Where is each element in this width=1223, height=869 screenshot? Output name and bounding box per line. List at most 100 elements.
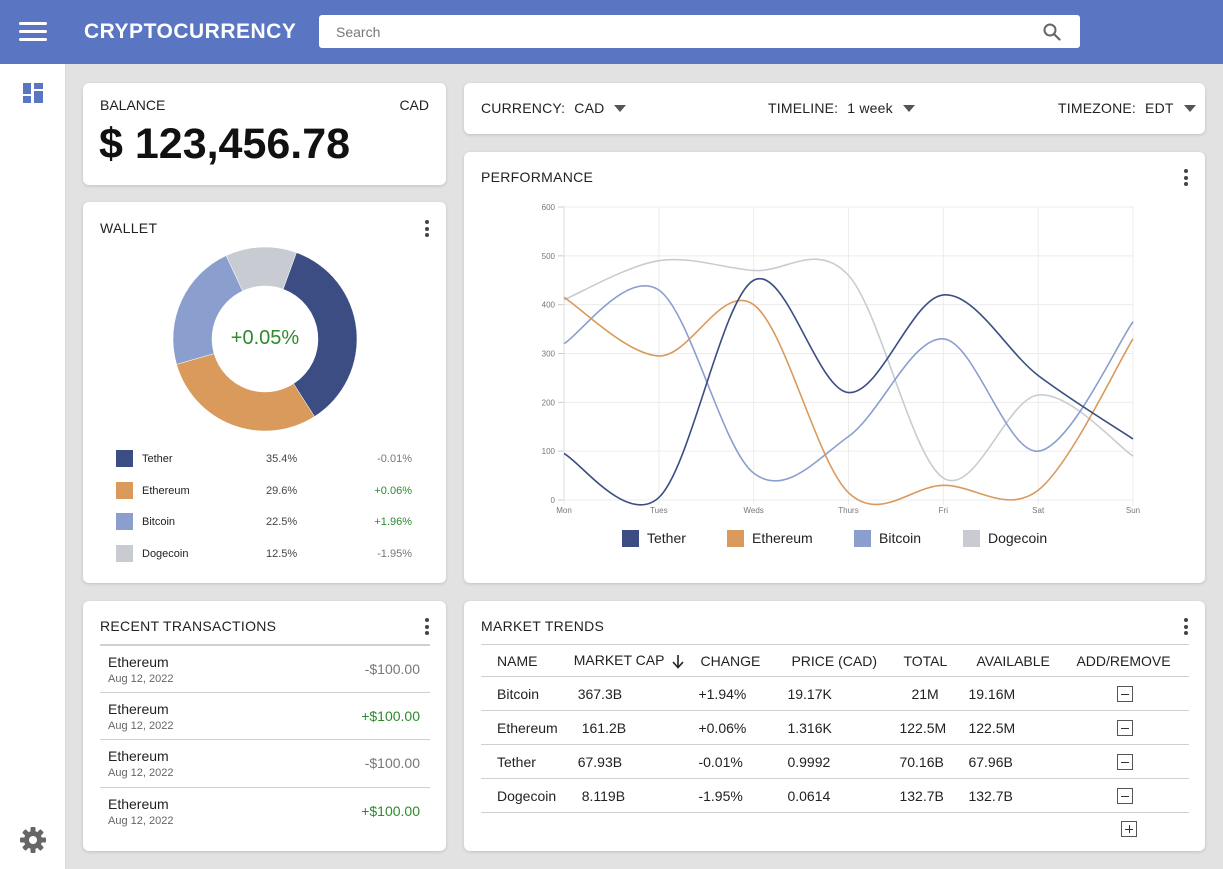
cell-price: 19.17K bbox=[775, 676, 888, 711]
coin-change: -1.95% bbox=[377, 547, 412, 560]
wallet-more-icon[interactable] bbox=[422, 220, 432, 240]
wallet-title: WALLET bbox=[100, 220, 158, 236]
legend-label: Ethereum bbox=[752, 530, 813, 546]
market-more-icon[interactable] bbox=[1181, 618, 1191, 638]
cell-available: 67.96B bbox=[960, 744, 1061, 779]
wallet-legend-row: Dogecoin 12.5% -1.95% bbox=[116, 544, 416, 577]
col-header-total[interactable]: TOTAL bbox=[887, 644, 961, 677]
dashboard-icon[interactable] bbox=[23, 83, 43, 103]
cell-change: -1.95% bbox=[684, 778, 776, 813]
cell-change: +1.94% bbox=[684, 676, 776, 711]
search-input[interactable] bbox=[319, 15, 1019, 48]
table-row: Ethereum 161.2B +0.06% 1.316K 122.5M 122… bbox=[481, 710, 1189, 745]
x-tick-label: Sat bbox=[1032, 506, 1045, 515]
performance-more-icon[interactable] bbox=[1181, 169, 1191, 189]
timeline-value: 1 week bbox=[847, 100, 893, 116]
coin-name: Ethereum bbox=[142, 484, 190, 497]
performance-title: PERFORMANCE bbox=[481, 169, 594, 185]
cell-add-remove bbox=[1060, 676, 1189, 711]
y-tick-label: 0 bbox=[551, 496, 556, 505]
cell-change: +0.06% bbox=[684, 710, 776, 745]
filters-card: CURRENCY: CAD TIMELINE: 1 week TIMEZONE:… bbox=[464, 83, 1205, 134]
transaction-row[interactable]: Ethereum Aug 12, 2022 +$100.00 bbox=[100, 786, 430, 835]
remove-icon[interactable] bbox=[1116, 686, 1133, 703]
transaction-amount: -$100.00 bbox=[364, 661, 420, 677]
cell-name: Dogecoin bbox=[481, 778, 558, 813]
legend-swatch bbox=[727, 530, 744, 547]
transactions-more-icon[interactable] bbox=[422, 618, 432, 638]
transaction-coin: Ethereum bbox=[108, 748, 169, 764]
cell-market-cap: 161.2B bbox=[557, 710, 685, 745]
y-tick-label: 100 bbox=[542, 447, 556, 456]
cell-total: 132.7B bbox=[887, 778, 961, 813]
transaction-row[interactable]: Ethereum Aug 12, 2022 -$100.00 bbox=[100, 644, 430, 692]
cell-change: -0.01% bbox=[684, 744, 776, 779]
col-header-available[interactable]: AVAILABLE bbox=[960, 644, 1061, 677]
x-tick-label: Weds bbox=[744, 506, 764, 515]
timezone-dropdown[interactable]: TIMEZONE: EDT bbox=[1058, 100, 1196, 116]
market-table: NAME MARKET CAP CHANGE PRICE (CAD) TOTAL… bbox=[481, 644, 1189, 813]
cell-total: 122.5M bbox=[887, 710, 961, 745]
remove-icon[interactable] bbox=[1116, 754, 1133, 771]
cell-add-remove bbox=[1060, 778, 1189, 813]
market-title: MARKET TRENDS bbox=[481, 618, 605, 634]
col-header-market-cap[interactable]: MARKET CAP bbox=[557, 644, 685, 677]
menu-icon[interactable] bbox=[19, 22, 47, 42]
recent-transactions-card: RECENT TRANSACTIONS Ethereum Aug 12, 202… bbox=[83, 601, 446, 851]
transaction-amount: +$100.00 bbox=[361, 802, 420, 819]
timeline-dropdown[interactable]: TIMELINE: 1 week bbox=[768, 100, 915, 116]
legend-swatch bbox=[622, 530, 639, 547]
arrow-down-icon bbox=[672, 654, 685, 669]
table-row: Dogecoin 8.119B -1.95% 0.0614 132.7B 132… bbox=[481, 778, 1189, 813]
add-coin-icon[interactable] bbox=[1121, 821, 1137, 837]
top-bar: CRYPTOCURRENCY bbox=[0, 0, 1223, 64]
legend-swatch bbox=[116, 481, 133, 499]
currency-value: CAD bbox=[574, 100, 605, 116]
col-header-price[interactable]: PRICE (CAD) bbox=[775, 644, 888, 677]
search-icon[interactable] bbox=[1043, 23, 1061, 41]
balance-label: BALANCE bbox=[100, 97, 166, 113]
x-tick-label: Fri bbox=[939, 506, 949, 515]
table-row: Bitcoin 367.3B +1.94% 19.17K 21M 19.16M bbox=[481, 676, 1189, 711]
coin-change: +0.06% bbox=[374, 484, 412, 497]
cell-market-cap: 367.3B bbox=[557, 676, 685, 711]
coin-change: -0.01% bbox=[377, 453, 412, 465]
coin-share: 29.6% bbox=[266, 484, 298, 497]
cell-add-remove bbox=[1060, 744, 1189, 779]
balance-currency: CAD bbox=[399, 97, 429, 113]
wallet-legend-row: Tether 35.4% -0.01% bbox=[116, 450, 416, 482]
market-trends-card: MARKET TRENDS NAME MARKET CAP CHANGE PRI… bbox=[464, 601, 1205, 851]
currency-dropdown[interactable]: CURRENCY: CAD bbox=[481, 100, 627, 116]
balance-card: BALANCE CAD $ 123,456.78 bbox=[83, 83, 446, 185]
chevron-down-icon bbox=[902, 104, 915, 112]
cell-market-cap: 67.93B bbox=[557, 744, 685, 779]
legend-label: Tether bbox=[647, 530, 686, 546]
y-tick-label: 300 bbox=[542, 350, 556, 359]
transaction-amount: +$100.00 bbox=[361, 707, 420, 724]
legend-swatch bbox=[963, 530, 980, 547]
table-row: Tether 67.93B -0.01% 0.9992 70.16B 67.96… bbox=[481, 744, 1189, 779]
cell-total: 21M bbox=[887, 676, 961, 711]
legend-swatch bbox=[116, 513, 133, 530]
x-tick-label: Sun bbox=[1126, 506, 1140, 515]
search-bar bbox=[319, 15, 1080, 48]
cell-name: Bitcoin bbox=[481, 676, 558, 711]
performance-card: PERFORMANCE 0 100 200 300 400 500 600 Mon Tues We… bbox=[464, 152, 1205, 583]
col-header-change[interactable]: CHANGE bbox=[684, 644, 776, 677]
coin-name: Dogecoin bbox=[142, 547, 189, 560]
cell-available: 132.7B bbox=[960, 778, 1061, 813]
remove-icon[interactable] bbox=[1116, 788, 1133, 805]
coin-name: Tether bbox=[142, 453, 173, 465]
transaction-row[interactable]: Ethereum Aug 12, 2022 -$100.00 bbox=[100, 739, 430, 787]
cell-available: 19.16M bbox=[960, 676, 1061, 711]
legend-swatch bbox=[116, 450, 133, 467]
x-tick-label: Thurs bbox=[838, 506, 858, 515]
transaction-row[interactable]: Ethereum Aug 12, 2022 +$100.00 bbox=[100, 691, 430, 740]
transaction-amount: -$100.00 bbox=[364, 755, 420, 771]
gear-icon[interactable] bbox=[19, 826, 47, 854]
col-header-name[interactable]: NAME bbox=[481, 644, 558, 677]
y-tick-label: 600 bbox=[542, 203, 556, 212]
remove-icon[interactable] bbox=[1116, 720, 1133, 737]
timezone-value: EDT bbox=[1145, 100, 1174, 116]
performance-legend: Tether Ethereum Bitcoin Dogecoin bbox=[464, 529, 1205, 549]
